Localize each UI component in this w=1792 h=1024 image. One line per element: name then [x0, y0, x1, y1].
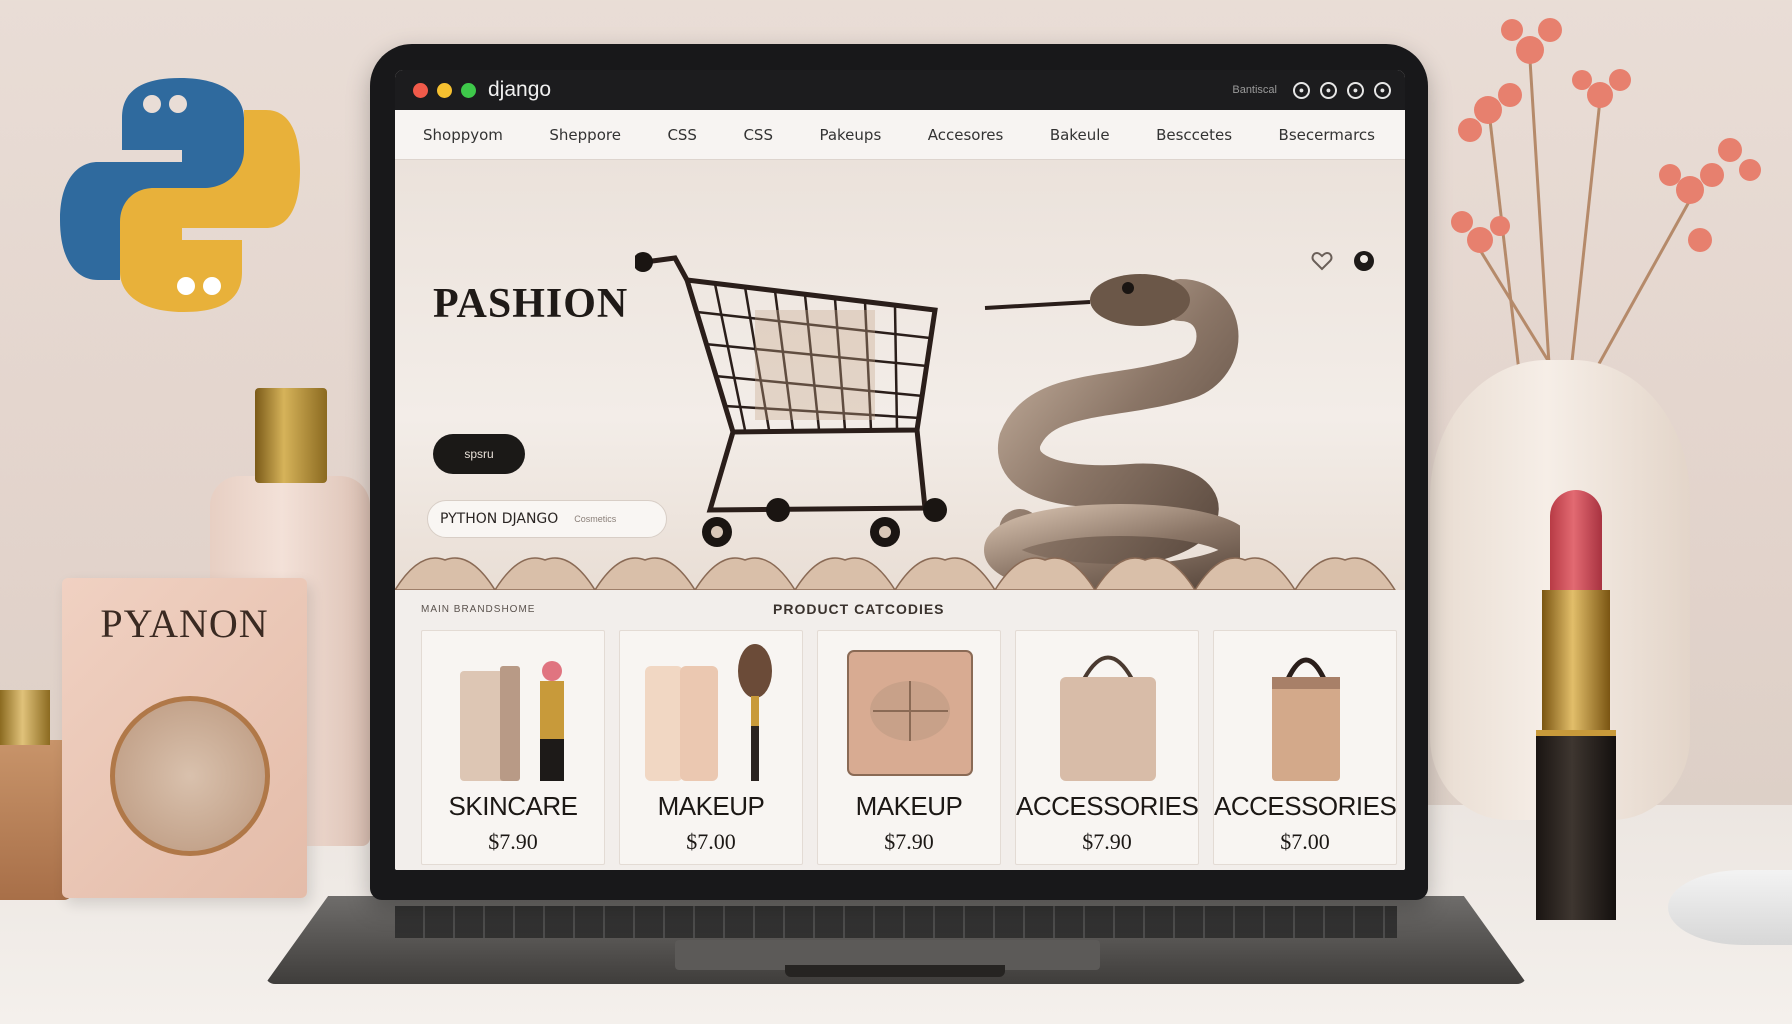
heart-icon[interactable]: [1311, 250, 1333, 272]
skincare-product-icon: [460, 661, 564, 781]
product-card[interactable]: ACCESSORIES $7.90: [1015, 630, 1199, 865]
product-name: MAKEUP: [855, 791, 963, 821]
laptop-keyboard: [395, 906, 1397, 938]
close-window-button[interactable]: [413, 82, 428, 98]
flowers-decoration: [1451, 18, 1761, 380]
user-icon[interactable]: ●: [1374, 81, 1391, 99]
product-price: $7.90: [884, 829, 934, 854]
product-name: ACCESSORIES: [1016, 791, 1199, 821]
account-icon[interactable]: ●: [1347, 81, 1364, 99]
snake-illustration: [984, 274, 1240, 590]
product-price: $7.90: [488, 829, 538, 854]
search-hint: Cosmetics: [574, 514, 617, 524]
product-price: $7.90: [1082, 829, 1132, 854]
nav-item-besccetes[interactable]: Besccetes: [1156, 126, 1232, 144]
product-card[interactable]: ACCESSORIES $7.00: [1213, 630, 1397, 865]
tote-bag-icon: [1272, 657, 1340, 781]
nav-item-css[interactable]: CSS: [667, 126, 697, 144]
product-name: SKINCARE: [448, 791, 578, 821]
hero-icons: [1311, 250, 1375, 272]
python-logo-icon: [60, 78, 300, 312]
nav-item-accesores[interactable]: Accesores: [928, 126, 1004, 144]
compact-powder-icon: [847, 650, 973, 776]
nav-item-shoppyom[interactable]: Shoppyom: [423, 126, 503, 144]
nav-item-bsecermarcs[interactable]: Bsecermarcs: [1279, 126, 1375, 144]
makeup-brush-icon: [645, 644, 772, 781]
product-categories-section: MAIN BRANDSHOME PRODUCT CATCODIES SKINCA…: [395, 590, 1405, 870]
section-title: PRODUCT CATCODIES: [773, 601, 945, 617]
cart-icon[interactable]: ●: [1320, 81, 1337, 99]
lipstick: [1532, 490, 1622, 920]
product-box: PYANON: [62, 578, 307, 898]
lace-border-decoration: [395, 557, 1396, 590]
window-toolbar: Bantiscal ● ● ● ●: [1232, 81, 1391, 99]
hero-search-input[interactable]: PYTHON DJANGO Cosmetics: [427, 500, 667, 538]
maximize-window-button[interactable]: [461, 82, 476, 98]
box-label: PYANON: [100, 601, 269, 646]
user-icon[interactable]: [1353, 250, 1375, 272]
app-title: django: [488, 78, 552, 101]
compact-mirror: [110, 696, 270, 856]
nav-item-sheppore[interactable]: Sheppore: [549, 126, 621, 144]
product-price: $7.00: [686, 829, 736, 854]
product-card-list: SKINCARE $7.90 MAKEUP $7.00 MAKEUP $7.90…: [421, 630, 1397, 865]
product-price: $7.00: [1280, 829, 1330, 854]
product-card[interactable]: MAKEUP $7.00: [619, 630, 803, 865]
hero-title: PASHION: [433, 281, 629, 327]
laptop-screen: django Bantiscal ● ● ● ● Shoppyom Sheppo…: [395, 70, 1405, 870]
hero-banner: PASHION spsru PYTHON DJANGO Cosmetics: [395, 160, 1405, 590]
hero-cta-button[interactable]: spsru: [433, 434, 525, 474]
handbag-icon: [1060, 655, 1156, 781]
nav-item-css-2[interactable]: CSS: [743, 126, 773, 144]
laptop-hinge: [785, 965, 1005, 977]
nav-item-pakeups[interactable]: Pakeups: [819, 126, 881, 144]
product-name: ACCESSORIES: [1214, 791, 1397, 821]
profile-icon[interactable]: ●: [1293, 81, 1310, 99]
window-status-text: Bantiscal: [1232, 84, 1277, 96]
main-navigation: Shoppyom Sheppore CSS CSS Pakeups Acceso…: [395, 110, 1405, 160]
product-card[interactable]: MAKEUP $7.90: [817, 630, 1001, 865]
minimize-window-button[interactable]: [437, 82, 452, 98]
shopping-cart-illustration: [635, 252, 947, 547]
product-card[interactable]: SKINCARE $7.90: [421, 630, 605, 865]
window-titlebar: django Bantiscal ● ● ● ●: [395, 70, 1405, 110]
nav-item-bakeule[interactable]: Bakeule: [1050, 126, 1110, 144]
product-name: MAKEUP: [657, 791, 765, 821]
search-value: PYTHON DJANGO: [440, 511, 559, 527]
section-left-label: MAIN BRANDSHOME: [421, 604, 536, 615]
